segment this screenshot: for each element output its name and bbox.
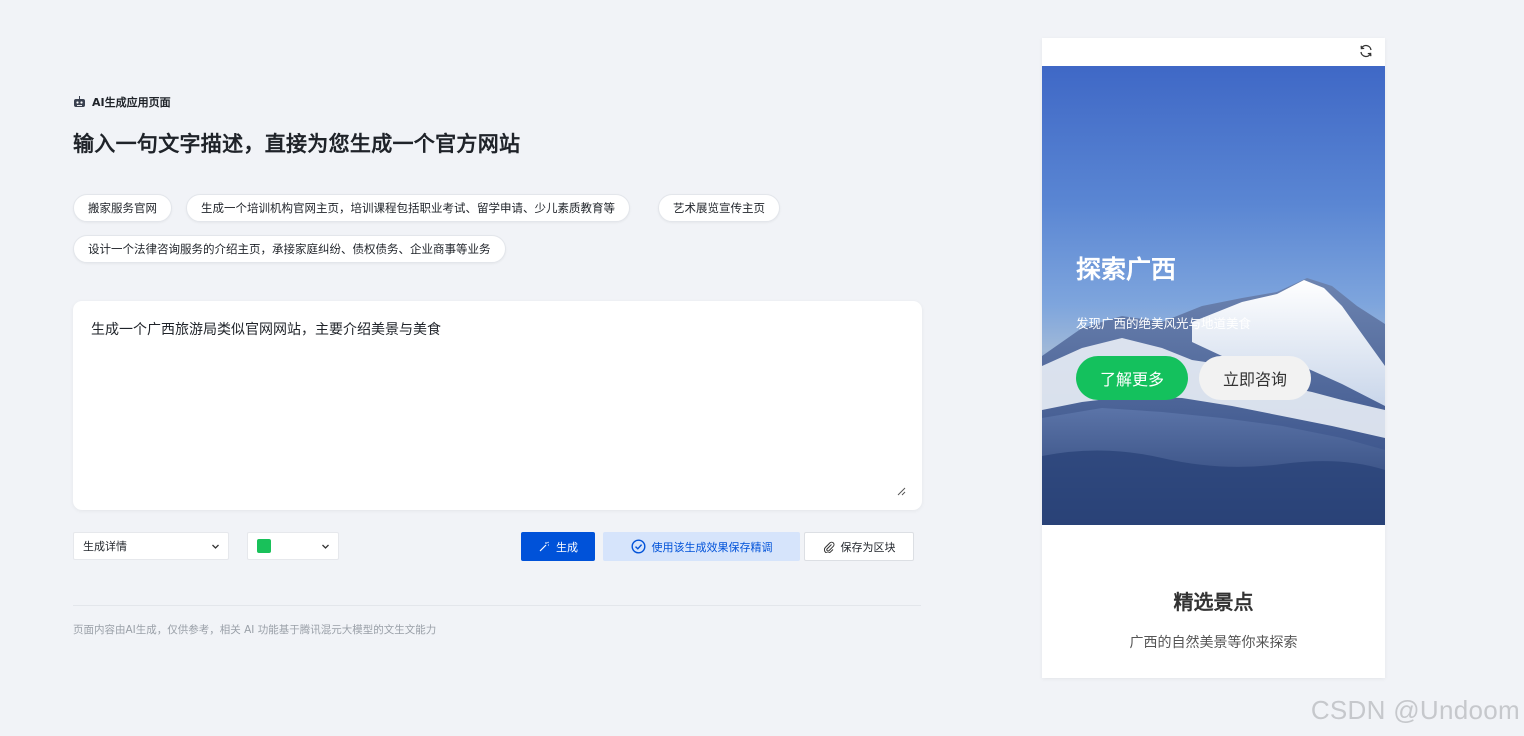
section-tag-label: AI生成应用页面 xyxy=(92,96,171,109)
watermark: CSDN @Undoom xyxy=(1310,695,1520,725)
detail-select[interactable]: 生成详情 xyxy=(73,532,229,560)
suggestion-chip[interactable]: 设计一个法律咨询服务的介绍主页，承接家庭纠纷、债权债务、企业商事等业务 xyxy=(73,235,506,263)
magic-wand-icon xyxy=(539,541,549,551)
color-select[interactable] xyxy=(247,532,339,560)
suggestion-chip[interactable]: 搬家服务官网 xyxy=(73,194,172,222)
check-circle-icon xyxy=(630,539,646,554)
hero-subtitle: 发现广西的绝美风光与地道美食 xyxy=(1076,316,1252,331)
learn-more-button[interactable]: 了解更多 xyxy=(1076,356,1188,400)
suggestion-chip[interactable]: 生成一个培训机构官网主页，培训课程包括职业考试、留学申请、少儿素质教育等 xyxy=(186,194,630,222)
featured-section-subtitle: 广西的自然美景等你来探索 xyxy=(1129,635,1298,651)
refresh-icon[interactable] xyxy=(1359,44,1373,58)
divider xyxy=(73,605,921,606)
suggestion-chip[interactable]: 艺术展览宣传主页 xyxy=(658,194,780,222)
hero-title: 探索广西 xyxy=(1076,255,1177,284)
paperclip-icon xyxy=(823,541,834,553)
prompt-textarea[interactable]: 生成一个广西旅游局类似官网网站，主要介绍美景与美食 xyxy=(73,301,922,510)
prompt-text: 生成一个广西旅游局类似官网网站，主要介绍美景与美食 xyxy=(91,322,441,338)
chevron-down-icon xyxy=(322,544,329,549)
action-toolbar: 生成详情 生成 使用该生成效果保存精调 保存为区块 xyxy=(73,532,923,562)
preview-toolbar xyxy=(1042,38,1385,66)
disclaimer-text: 页面内容由AI生成，仅供参考，相关 AI 功能基于腾讯混元大模型的文生文能力 xyxy=(73,624,437,636)
generator-panel: AI生成应用页面 输入一句文字描述，直接为您生成一个官方网站 搬家服务官网 生成… xyxy=(73,0,923,736)
page-headline: 输入一句文字描述，直接为您生成一个官方网站 xyxy=(73,132,521,156)
robot-icon xyxy=(74,96,85,107)
site-preview: 探索广西 发现广西的绝美风光与地道美食 了解更多 立即咨询 精选景点 广西的自然… xyxy=(1042,38,1385,678)
save-block-button-label: 保存为区块 xyxy=(840,540,896,554)
color-swatch xyxy=(257,539,271,553)
generate-button-label: 生成 xyxy=(556,540,578,554)
consult-button[interactable]: 立即咨询 xyxy=(1199,356,1311,400)
mountain-image xyxy=(1042,278,1385,525)
save-finetune-button-label: 使用该生成效果保存精调 xyxy=(651,540,773,554)
chevron-down-icon xyxy=(212,544,219,549)
detail-select-value: 生成详情 xyxy=(83,540,127,553)
resize-handle-icon[interactable] xyxy=(896,486,906,496)
generate-button[interactable]: 生成 xyxy=(521,532,595,561)
featured-section-title: 精选景点 xyxy=(1173,590,1254,614)
save-finetune-button[interactable]: 使用该生成效果保存精调 xyxy=(603,532,800,561)
hero-banner: 探索广西 发现广西的绝美风光与地道美食 了解更多 立即咨询 xyxy=(1042,66,1385,525)
save-block-button[interactable]: 保存为区块 xyxy=(804,532,914,561)
section-tag: AI生成应用页面 xyxy=(73,94,171,110)
